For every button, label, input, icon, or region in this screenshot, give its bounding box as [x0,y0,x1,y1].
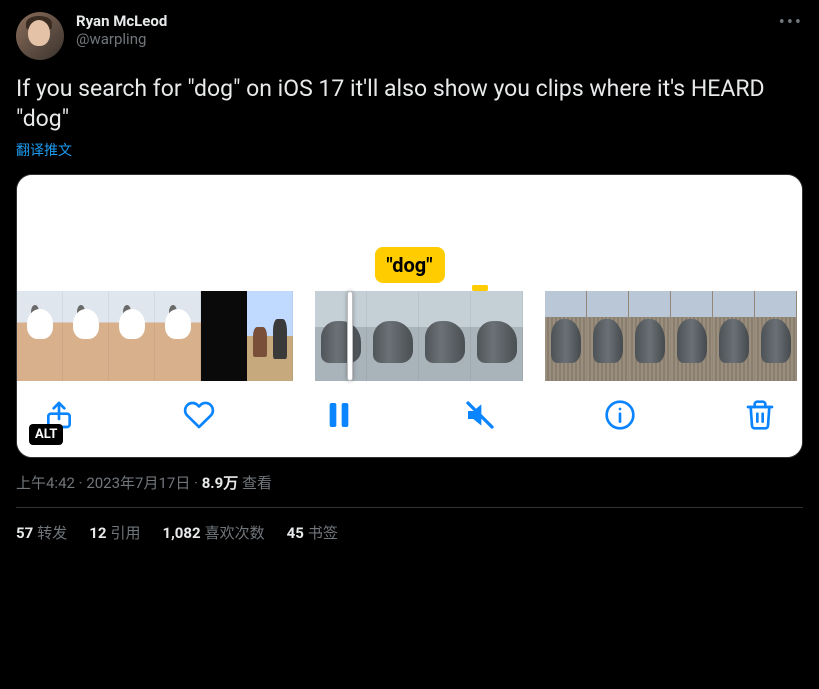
clip-frame [17,291,63,381]
views-count: 8.9万 [202,474,239,492]
tweet-text: If you search for "dog" on iOS 17 it'll … [16,74,803,134]
clip-frame [201,291,247,381]
clip-frame [247,291,293,381]
clip-frame [155,291,201,381]
clip-frame [471,291,523,381]
clip-frame [587,291,629,381]
tweet-header: Ryan McLeod @warpling [16,12,803,60]
clip-frame [109,291,155,381]
clip-frame [367,291,419,381]
display-name: Ryan McLeod [76,12,167,30]
more-button[interactable]: ••• [779,12,803,33]
stats-row: 57转发 12引用 1,082喜欢次数 45书签 [16,508,803,543]
trash-icon[interactable] [744,399,776,431]
author-names[interactable]: Ryan McLeod @warpling [76,12,167,48]
translate-link[interactable]: 翻译推文 [16,140,803,160]
post-date: 2023年7月17日 [86,474,190,492]
alt-badge[interactable]: ALT [29,424,63,445]
quotes-stat[interactable]: 12引用 [89,522,140,543]
media-top: "dog" [17,175,802,291]
caption-bubble: "dog" [374,247,444,283]
meta-row[interactable]: 上午4:42 · 2023年7月17日 · 8.9万 查看 [16,472,803,493]
clip-frame [755,291,797,381]
clip-frame [629,291,671,381]
video-timeline[interactable] [17,291,802,381]
handle: @warpling [76,30,167,48]
views-label: 查看 [238,474,272,492]
playhead[interactable] [347,291,353,381]
info-icon[interactable] [604,399,636,431]
tweet-container: Ryan McLeod @warpling ••• If you search … [0,0,819,555]
pause-icon[interactable] [323,399,355,431]
clip-frame [671,291,713,381]
post-time: 上午4:42 [16,474,75,492]
clip-group-3 [545,291,797,381]
clip-frame [315,291,367,381]
clip-frame [545,291,587,381]
clip-frame [419,291,471,381]
avatar[interactable] [16,12,64,60]
clip-frame [713,291,755,381]
retweets-stat[interactable]: 57转发 [16,522,67,543]
bookmarks-stat[interactable]: 45书签 [287,522,338,543]
heart-icon[interactable] [183,399,215,431]
mute-icon[interactable] [464,399,496,431]
likes-stat[interactable]: 1,082喜欢次数 [162,522,264,543]
clip-frame [63,291,109,381]
clip-group-1 [17,291,293,381]
media-toolbar [17,381,802,457]
media-card[interactable]: "dog" [16,174,803,458]
